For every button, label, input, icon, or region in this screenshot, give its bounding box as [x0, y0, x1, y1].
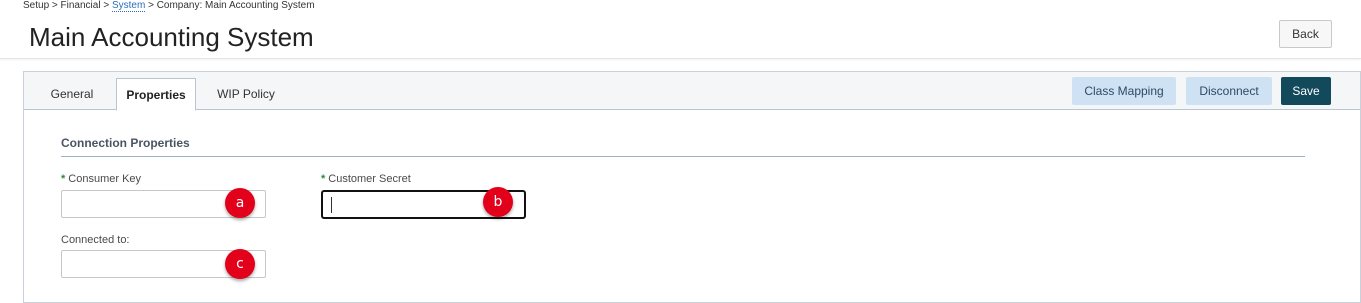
customer-secret-label: * Customer Secret: [321, 173, 411, 185]
section-divider: [61, 156, 1305, 157]
back-button[interactable]: Back: [1279, 20, 1332, 48]
class-mapping-button[interactable]: Class Mapping: [1072, 77, 1176, 105]
annotation-marker-a: a: [225, 188, 255, 218]
text-caret: [331, 197, 332, 213]
main-panel: General Properties WIP Policy Class Mapp…: [23, 71, 1361, 303]
breadcrumb-prefix: Setup > Financial >: [23, 0, 112, 11]
section-title: Connection Properties: [61, 136, 190, 150]
tab-general[interactable]: General: [39, 78, 105, 109]
consumer-key-label-text: Consumer Key: [68, 173, 142, 185]
required-indicator: *: [321, 173, 326, 185]
tab-bar: General Properties WIP Policy Class Mapp…: [24, 72, 1360, 111]
breadcrumb-suffix: > Company: Main Accounting System: [145, 0, 315, 11]
connected-to-label: Connected to:: [61, 234, 130, 246]
consumer-key-label: * Consumer Key: [61, 173, 141, 185]
save-button[interactable]: Save: [1281, 77, 1331, 105]
customer-secret-label-text: Customer Secret: [328, 173, 411, 185]
page-header: Setup > Financial > System > Company: Ma…: [0, 0, 1361, 59]
annotation-marker-b: b: [483, 187, 513, 217]
breadcrumb: Setup > Financial > System > Company: Ma…: [23, 0, 315, 12]
tab-properties[interactable]: Properties: [116, 78, 196, 111]
annotation-marker-c: c: [225, 249, 255, 279]
required-indicator: *: [61, 173, 66, 185]
disconnect-button[interactable]: Disconnect: [1186, 77, 1272, 105]
breadcrumb-link-system[interactable]: System: [111, 0, 146, 12]
page-title: Main Accounting System: [29, 22, 314, 52]
tab-wip-policy[interactable]: WIP Policy: [207, 78, 285, 109]
